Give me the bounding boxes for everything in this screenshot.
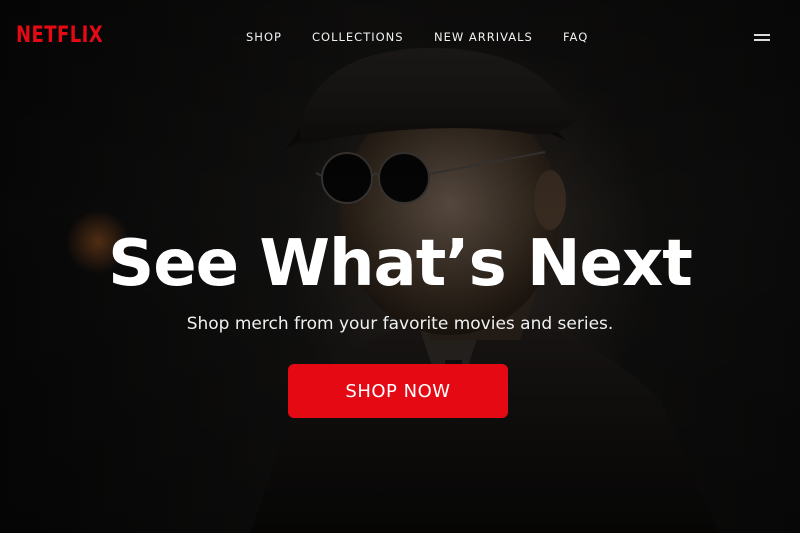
hero-subtext: Shop merch from your favorite movies and…	[186, 314, 614, 334]
top-navigation: NETFLIX SHOP COLLECTIONS NEW ARRIVALS FA…	[0, 0, 800, 74]
nav-link-collections[interactable]: COLLECTIONS	[312, 30, 404, 44]
nav-links: SHOP COLLECTIONS NEW ARRIVALS FAQ	[0, 30, 800, 46]
hero-section: NETFLIX SHOP COLLECTIONS NEW ARRIVALS FA…	[0, 0, 800, 533]
nav-link-faq[interactable]: FAQ	[563, 30, 588, 44]
hamburger-menu-icon[interactable]	[754, 32, 772, 42]
nav-link-new-arrivals[interactable]: NEW ARRIVALS	[434, 30, 533, 44]
hero-headline: See What’s Next	[108, 227, 693, 301]
shop-now-button[interactable]: SHOP NOW	[288, 364, 508, 418]
nav-link-shop[interactable]: SHOP	[246, 30, 282, 44]
